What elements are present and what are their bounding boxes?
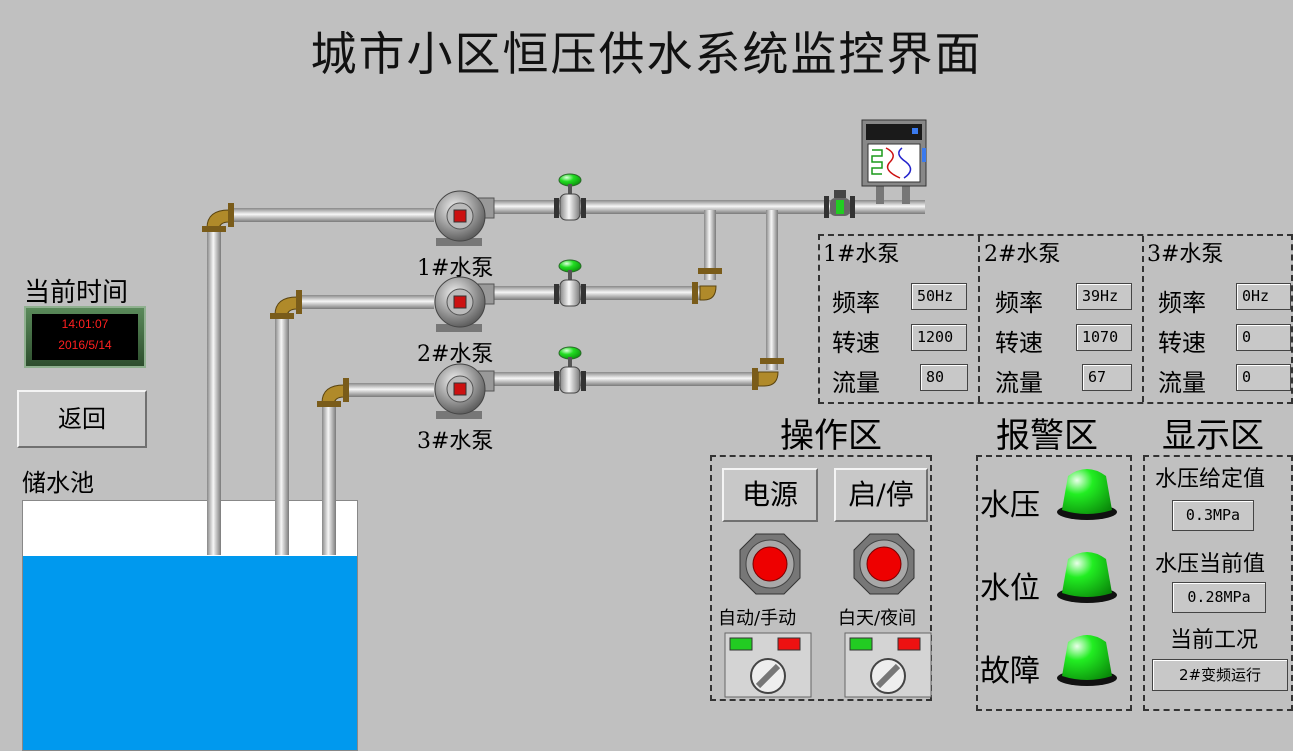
set-pressure-value: 0.3MPa <box>1172 500 1254 531</box>
valve-3-icon[interactable] <box>554 346 586 394</box>
valve-2-icon[interactable] <box>554 259 586 307</box>
pump-1-freq-label: 频率 <box>832 289 880 317</box>
suction-pipe-3 <box>322 400 336 555</box>
alarm-fault-lamp-icon <box>1057 635 1117 686</box>
power-button[interactable]: 电源 <box>722 468 818 522</box>
pump-1-speed-value: 1200 <box>911 324 967 351</box>
current-pressure-label: 水压当前值 <box>1155 552 1266 577</box>
mode-switch-label: 自动/手动 <box>718 608 797 629</box>
pump-1-icon <box>434 190 495 246</box>
start-stop-button[interactable]: 启/停 <box>834 468 928 522</box>
alarm-level-lamp-icon <box>1057 552 1117 603</box>
pump-2-speed-value: 1070 <box>1076 324 1132 351</box>
pump-2-freq-label: 频率 <box>995 289 1043 317</box>
operation-area-title: 操作区 <box>780 416 882 456</box>
power-push-button[interactable] <box>738 532 802 596</box>
alarm-level-label: 水位 <box>980 571 1040 606</box>
outlet-valve-icon[interactable] <box>824 190 855 218</box>
pressure-recorder-icon <box>861 119 927 204</box>
current-pressure-value: 0.28MPa <box>1172 582 1266 613</box>
set-pressure-label: 水压给定值 <box>1155 467 1266 492</box>
pump-1-freq-value: 50Hz <box>911 283 967 310</box>
pump-3-speed-value: 0 <box>1236 324 1291 351</box>
pump-status-divider-1 <box>978 236 980 402</box>
pump-1-flow-value: 80 <box>920 364 968 391</box>
condition-value: 2#变频运行 <box>1152 659 1288 691</box>
pump-3-label: 3#水泵 <box>417 429 494 454</box>
daynight-switch-label: 白天/夜间 <box>838 608 917 629</box>
elbow-riser-3 <box>752 358 784 390</box>
pump-3-freq-label: 频率 <box>1158 289 1206 317</box>
daynight-selector-switch[interactable] <box>844 632 932 698</box>
discharge-pipe-2 <box>490 286 700 300</box>
elbow-2 <box>270 290 302 319</box>
alarm-pressure-lamp-icon <box>1057 469 1117 520</box>
pump-2-label: 2#水泵 <box>417 342 494 367</box>
pump-1-label: 1#水泵 <box>417 256 494 281</box>
pump-3-speed-label: 转速 <box>1158 329 1206 357</box>
pump-3-flow-label: 流量 <box>1158 369 1206 397</box>
pump-3-status-title: 3#水泵 <box>1147 242 1224 267</box>
valve-1-icon[interactable] <box>554 173 586 221</box>
suction-pipe-2 <box>275 312 289 555</box>
condition-label: 当前工况 <box>1170 628 1259 653</box>
pump-2-status-title: 2#水泵 <box>984 242 1061 267</box>
display-area-title: 显示区 <box>1162 416 1264 456</box>
pump-3-icon <box>434 363 495 419</box>
alarm-pressure-label: 水压 <box>980 488 1040 523</box>
suction-pipe-1 <box>207 225 221 555</box>
elbow-3 <box>317 378 349 407</box>
pump-3-flow-value: 0 <box>1236 364 1291 391</box>
pump-2-flow-value: 67 <box>1082 364 1132 391</box>
pump-2-freq-value: 39Hz <box>1076 283 1132 310</box>
elbow-riser-2 <box>692 268 722 304</box>
pump-status-divider-2 <box>1142 236 1144 402</box>
elbow-1 <box>202 203 234 232</box>
discharge-pipe-3 <box>490 372 758 386</box>
inlet-pipe-1 <box>234 208 434 222</box>
pump-2-flow-label: 流量 <box>995 369 1043 397</box>
inlet-pipe-3 <box>349 383 434 397</box>
alarm-fault-label: 故障 <box>980 654 1040 689</box>
start-stop-push-button[interactable] <box>852 532 916 596</box>
mode-selector-switch[interactable] <box>724 632 812 698</box>
pump-2-speed-label: 转速 <box>995 329 1043 357</box>
alarm-area-title: 报警区 <box>996 416 1098 456</box>
riser-pipe-3 <box>766 210 778 370</box>
inlet-pipe-2 <box>302 295 434 309</box>
pump-1-status-title: 1#水泵 <box>823 242 900 267</box>
pump-2-icon <box>434 276 495 332</box>
pump-1-speed-label: 转速 <box>832 329 880 357</box>
pump-3-freq-value: 0Hz <box>1236 283 1291 310</box>
pump-1-flow-label: 流量 <box>832 369 880 397</box>
